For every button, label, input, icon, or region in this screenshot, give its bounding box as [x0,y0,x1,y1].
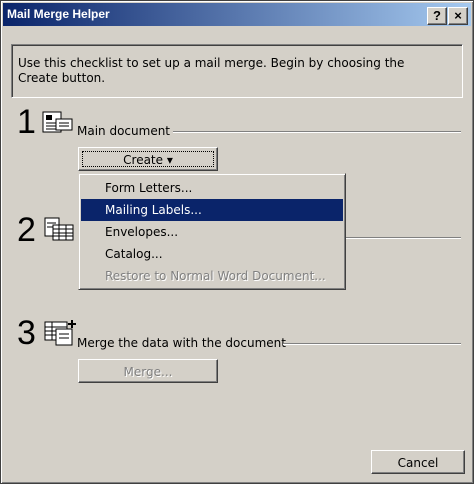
merge-button[interactable]: Merge... [78,359,218,383]
menu-item-mailing-labels[interactable]: Mailing Labels... [81,199,343,221]
title-bar[interactable]: Mail Merge Helper ? × [3,3,471,26]
menu-item-restore-normal[interactable]: Restore to Normal Word Document... [81,265,343,287]
document-icon [42,111,73,133]
menu-item-envelopes[interactable]: Envelopes... [81,221,343,243]
instructions-text: Use this checklist to set up a mail merg… [18,56,405,85]
step-1-divider [173,131,461,133]
close-button[interactable]: × [448,7,468,25]
mail-merge-helper-dialog: Mail Merge Helper ? × Use this checklist… [0,0,474,484]
dialog-title: Mail Merge Helper [7,7,110,21]
step-1-number: 1 [17,103,36,141]
step-3-divider [283,343,461,345]
menu-item-form-letters[interactable]: Form Letters... [81,177,343,199]
step-2-divider [346,237,461,239]
help-button[interactable]: ? [427,7,447,25]
cancel-button[interactable]: Cancel [371,450,465,474]
step-1-label: Main document [77,124,171,138]
merge-icon [44,320,76,346]
step-2-number: 2 [17,211,36,249]
instructions-box: Use this checklist to set up a mail merg… [11,44,463,98]
create-dropdown-menu: Form Letters... Mailing Labels... Envelo… [78,173,346,290]
cancel-button-label: Cancel [397,456,439,470]
data-source-icon [44,217,74,241]
step-3-number: 3 [17,314,36,352]
create-button[interactable]: Create ▾ [78,147,218,171]
step-3-label: Merge the data with the document [77,336,286,350]
menu-item-catalog[interactable]: Catalog... [81,243,343,265]
merge-button-label: Merge... [123,365,173,379]
